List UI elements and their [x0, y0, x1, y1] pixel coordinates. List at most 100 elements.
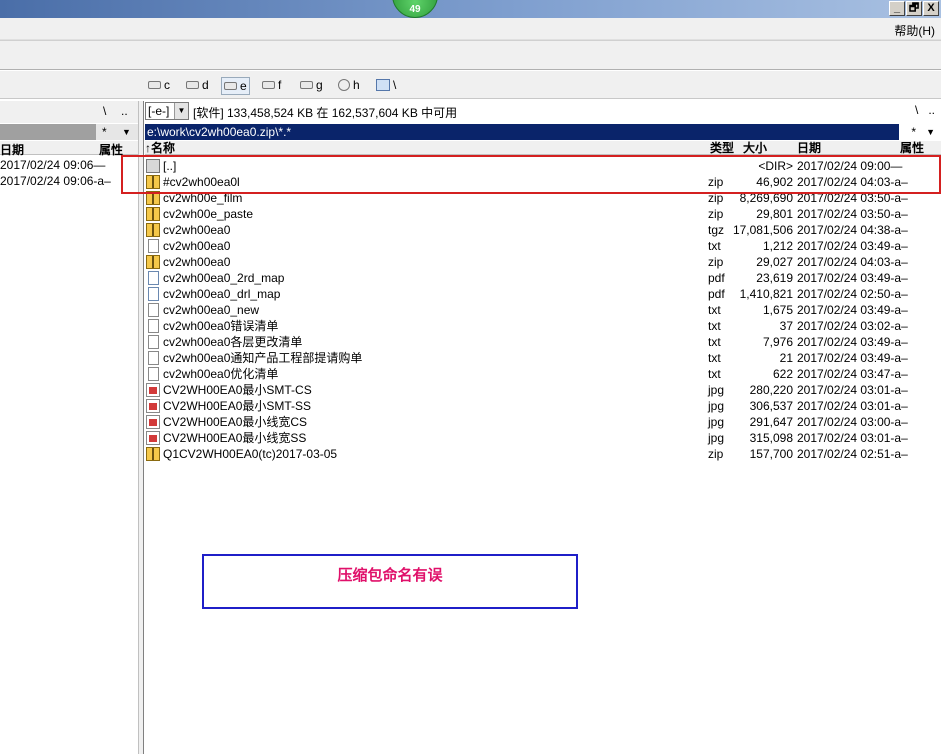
file-size: 29,027: [756, 255, 793, 269]
file-row[interactable]: cv2wh00ea0 txt 1,212 2017/02/24 03:49-a–: [145, 238, 941, 254]
zip-file-icon: [146, 175, 160, 189]
file-row[interactable]: cv2wh00e_paste zip 29,801 2017/02/24 03:50-…: [145, 206, 941, 222]
file-row[interactable]: cv2wh00ea0 tgz 17,081,506 2017/02/24 04:38-…: [145, 222, 941, 238]
file-type: txt: [708, 239, 721, 253]
file-name: cv2wh00ea0_new: [163, 303, 260, 317]
txt-file-icon: [148, 303, 159, 317]
file-date: 2017/02/24 03:49-a–: [797, 271, 908, 285]
file-row[interactable]: Q1CV2WH00EA0(tc)2017-03-05 zip 157,700 2017…: [145, 446, 941, 462]
file-size: 7,976: [762, 335, 793, 349]
right-root-button[interactable]: \: [915, 103, 918, 117]
left-root-button[interactable]: \: [103, 104, 106, 118]
file-date: 2017/02/24 04:38-a–: [797, 223, 908, 237]
file-date: 2017/02/24 03:49-a–: [797, 351, 908, 365]
drive-label: \: [393, 78, 397, 92]
window-controls: _ 🗗 X: [889, 1, 939, 16]
drive-select-value: [-e-]: [148, 104, 170, 118]
left-header-attr[interactable]: 属性: [99, 141, 123, 158]
drive-icon: [224, 82, 237, 90]
file-row[interactable]: cv2wh00ea0错误清单 txt 37 2017/02/24 03:02-a–: [145, 318, 941, 334]
file-row[interactable]: cv2wh00ea0_new txt 1,675 2017/02/24 03:49-a…: [145, 302, 941, 318]
file-name: [..]: [163, 159, 177, 173]
left-list-item[interactable]: 2017/02/24 09:06—: [0, 157, 138, 173]
drive-c-button[interactable]: c: [146, 77, 172, 93]
file-size: 23,619: [756, 271, 793, 285]
drive-label: d: [202, 78, 209, 92]
network-drive-button[interactable]: \: [374, 77, 398, 93]
file-size: 29,801: [756, 207, 793, 221]
left-header-date[interactable]: 日期: [0, 141, 24, 158]
file-row[interactable]: cv2wh00ea0各层更改清单 txt 7,976 2017/02/24 03:49…: [145, 334, 941, 350]
right-up-button[interactable]: ..: [928, 103, 935, 117]
file-row[interactable]: CV2WH00EA0最小线宽CS jpg 291,647 2017/02/24 03:…: [145, 414, 941, 430]
right-filter-button[interactable]: *: [911, 125, 916, 139]
file-row[interactable]: cv2wh00ea0通知产品工程部提请购单 txt 21 2017/02/24 03:…: [145, 350, 941, 366]
drive-label: e: [240, 79, 247, 93]
file-name: cv2wh00e_paste: [163, 207, 254, 221]
zip-file-icon: [146, 447, 160, 461]
file-row[interactable]: [..] <DIR> 2017/02/24 09:00—: [145, 158, 941, 174]
header-attr[interactable]: 属性: [900, 141, 924, 155]
file-type: tgz: [708, 223, 725, 237]
file-type: pdf: [708, 271, 725, 285]
right-drive-select[interactable]: [-e-] ▼: [145, 102, 189, 120]
jpg-file-icon: [146, 415, 160, 429]
file-name: CV2WH00EA0最小线宽SS: [163, 431, 307, 445]
file-type: txt: [708, 319, 721, 333]
file-date: 2017/02/24 03:49-a–: [797, 303, 908, 317]
txt-file-icon: [148, 335, 159, 349]
file-type: txt: [708, 303, 721, 317]
restore-button[interactable]: 🗗: [906, 1, 922, 16]
file-size: 37: [779, 319, 793, 333]
file-size: 280,220: [749, 383, 793, 397]
file-size: <DIR>: [758, 159, 793, 173]
left-history-button[interactable]: ▼: [122, 127, 131, 137]
title-bar: 49 _ 🗗 X: [0, 0, 941, 18]
drive-g-button[interactable]: g: [298, 77, 325, 93]
file-type: txt: [708, 335, 721, 349]
txt-file-icon: [148, 319, 159, 333]
file-row[interactable]: cv2wh00ea0_drl_map pdf 1,410,821 2017/02/24…: [145, 286, 941, 302]
file-type: jpg: [708, 431, 725, 445]
file-row[interactable]: cv2wh00ea0 zip 29,027 2017/02/24 04:03-a–: [145, 254, 941, 270]
left-filter-button[interactable]: *: [102, 125, 107, 139]
file-date: 2017/02/24 04:03-a–: [797, 175, 908, 189]
header-type[interactable]: 类型: [710, 141, 734, 155]
drive-d-button[interactable]: d: [184, 77, 211, 93]
header-size[interactable]: 大小: [743, 141, 767, 155]
current-path[interactable]: e:\work\cv2wh00ea0.zip\*.*: [145, 124, 899, 140]
right-history-button[interactable]: ▼: [926, 125, 935, 139]
cd-drive-icon: [338, 79, 350, 91]
file-row[interactable]: CV2WH00EA0最小SMT-CS jpg 280,220 2017/02/24 0…: [145, 382, 941, 398]
left-path-strip[interactable]: [0, 124, 96, 140]
file-row[interactable]: cv2wh00ea0_2rd_map pdf 23,619 2017/02/24 03…: [145, 270, 941, 286]
left-up-button[interactable]: ..: [121, 104, 128, 118]
file-row[interactable]: cv2wh00ea0优化清单 txt 622 2017/02/24 03:47-a–: [145, 366, 941, 382]
file-date: 2017/02/24 09:00—: [797, 159, 903, 173]
drive-h-button[interactable]: h: [336, 77, 362, 93]
menu-help[interactable]: 帮助(H): [894, 22, 935, 39]
file-name: CV2WH00EA0最小SMT-SS: [163, 399, 312, 413]
file-name: Q1CV2WH00EA0(tc)2017-03-05: [163, 447, 338, 461]
header-name[interactable]: ↑名称: [145, 141, 175, 155]
file-row[interactable]: cv2wh00e_film zip 8,269,690 2017/02/24 03:5…: [145, 190, 941, 206]
drive-icon: [186, 81, 199, 89]
network-icon: [376, 79, 390, 91]
drive-f-button[interactable]: f: [260, 77, 283, 93]
notification-badge[interactable]: 49: [392, 0, 438, 18]
file-name: cv2wh00ea0错误清单: [163, 319, 279, 333]
header-date[interactable]: 日期: [797, 141, 821, 155]
minimize-button[interactable]: _: [889, 1, 905, 16]
drive-label: g: [316, 78, 323, 92]
up-file-icon: [146, 159, 160, 173]
drive-e-button[interactable]: e: [221, 77, 250, 95]
close-button[interactable]: X: [923, 1, 939, 16]
file-row[interactable]: #cv2wh00ea0l zip 46,902 2017/02/24 04:03-a–: [145, 174, 941, 190]
panel-splitter[interactable]: [138, 101, 144, 754]
file-name: cv2wh00ea0_2rd_map: [163, 271, 285, 285]
left-panel-path: * ▼: [0, 124, 138, 140]
file-row[interactable]: CV2WH00EA0最小SMT-SS jpg 306,537 2017/02/24 0…: [145, 398, 941, 414]
left-list-item[interactable]: 2017/02/24 09:06-a–: [0, 173, 138, 189]
file-row[interactable]: CV2WH00EA0最小线宽SS jpg 315,098 2017/02/24 03:…: [145, 430, 941, 446]
file-date: 2017/02/24 03:50-a–: [797, 191, 908, 205]
